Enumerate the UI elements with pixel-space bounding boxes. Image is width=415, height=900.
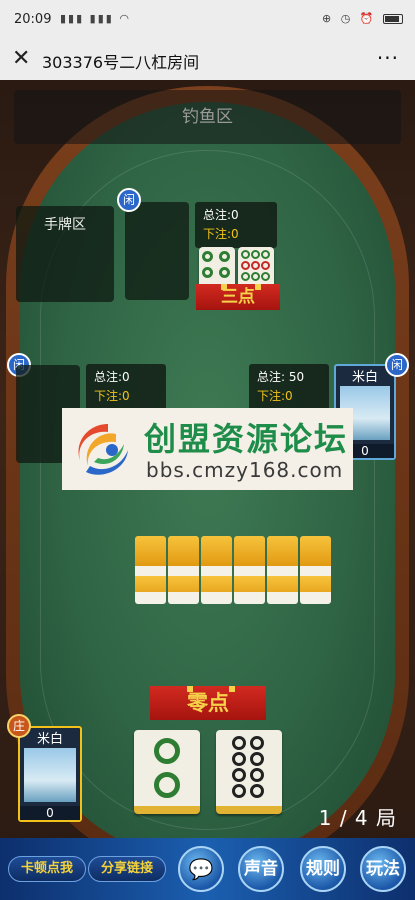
watermark-url: bbs.cmzy168.com [146,458,344,482]
idle-badge: 闲 [117,188,141,212]
right-bet-box: 总注: 50 下注:0 [249,364,329,410]
fishing-zone[interactable]: 钓鱼区 [14,90,401,144]
wall-tile [201,536,232,604]
right-current-bet: 下注:0 [257,389,293,403]
status-icons: ⊕ ◷ ⏰ [322,12,403,25]
top-seat-box[interactable] [125,202,189,300]
dealer-badge: 庄 [7,714,31,738]
wall-tile [234,536,265,604]
chat-button[interactable]: 💬 [178,846,224,892]
rules-button[interactable]: 规则 [300,846,346,892]
wall-tile [267,536,298,604]
idle-badge: 闲 [385,353,409,377]
bottom-player-card[interactable]: 米白 0 [18,726,82,822]
left-total-bet: 总注:0 [94,370,130,384]
wall-tile [135,536,166,604]
bottom-toolbar: 卡顿点我 分享链接 💬 声音 规则 玩法 [0,838,415,900]
signal-icon: ▮▮▮ ▮▮▮ ◠ [60,12,131,25]
top-result-ribbon: 三点 [196,284,280,310]
wall-tile [168,536,199,604]
game-area: 钓鱼区 手牌区 闲 总注:0 下注:0 三点 闲 总注:0 下注:0 总注: 5… [0,80,415,900]
left-current-bet: 下注:0 [94,389,130,403]
top-total-bet: 总注:0 [203,208,239,222]
watermark-title: 创盟资源论坛 [144,420,349,458]
close-icon[interactable]: ✕ [12,46,30,71]
chat-icon: 💬 [188,857,214,881]
round-counter: 1 / 4 局 [318,806,397,830]
battery-icon [383,14,403,24]
avatar [24,748,76,802]
forum-watermark: 创盟资源论坛 bbs.cmzy168.com [62,408,353,490]
share-link-button[interactable]: 分享链接 [88,856,166,882]
top-bet-box: 总注:0 下注:0 [195,202,277,248]
right-total-bet: 总注: 50 [257,370,305,384]
left-bet-box: 总注:0 下注:0 [86,364,166,410]
lag-button[interactable]: 卡顿点我 [8,856,86,882]
more-icon[interactable]: ··· [377,46,399,70]
page-title: 303376号二八杠房间 [42,53,200,72]
how-to-play-button[interactable]: 玩法 [360,846,406,892]
forum-logo-icon [78,424,128,475]
bottom-tile-2[interactable] [216,730,282,814]
hand-zone[interactable]: 手牌区 [16,206,114,302]
bottom-result-ribbon: 零点 [150,686,266,720]
wall-tile [300,536,331,604]
sound-button[interactable]: 声音 [238,846,284,892]
bottom-tile-1[interactable] [134,730,200,814]
status-bar: 20:09 ▮▮▮ ▮▮▮ ◠ ⊕ ◷ ⏰ [0,0,415,40]
title-bar: ✕ 303376号二八杠房间 ··· [0,40,415,80]
status-time: 20:09 [14,12,52,27]
bottom-player-score: 0 [20,806,80,820]
top-current-bet: 下注:0 [203,227,239,241]
hand-zone-label: 手牌区 [44,217,86,233]
